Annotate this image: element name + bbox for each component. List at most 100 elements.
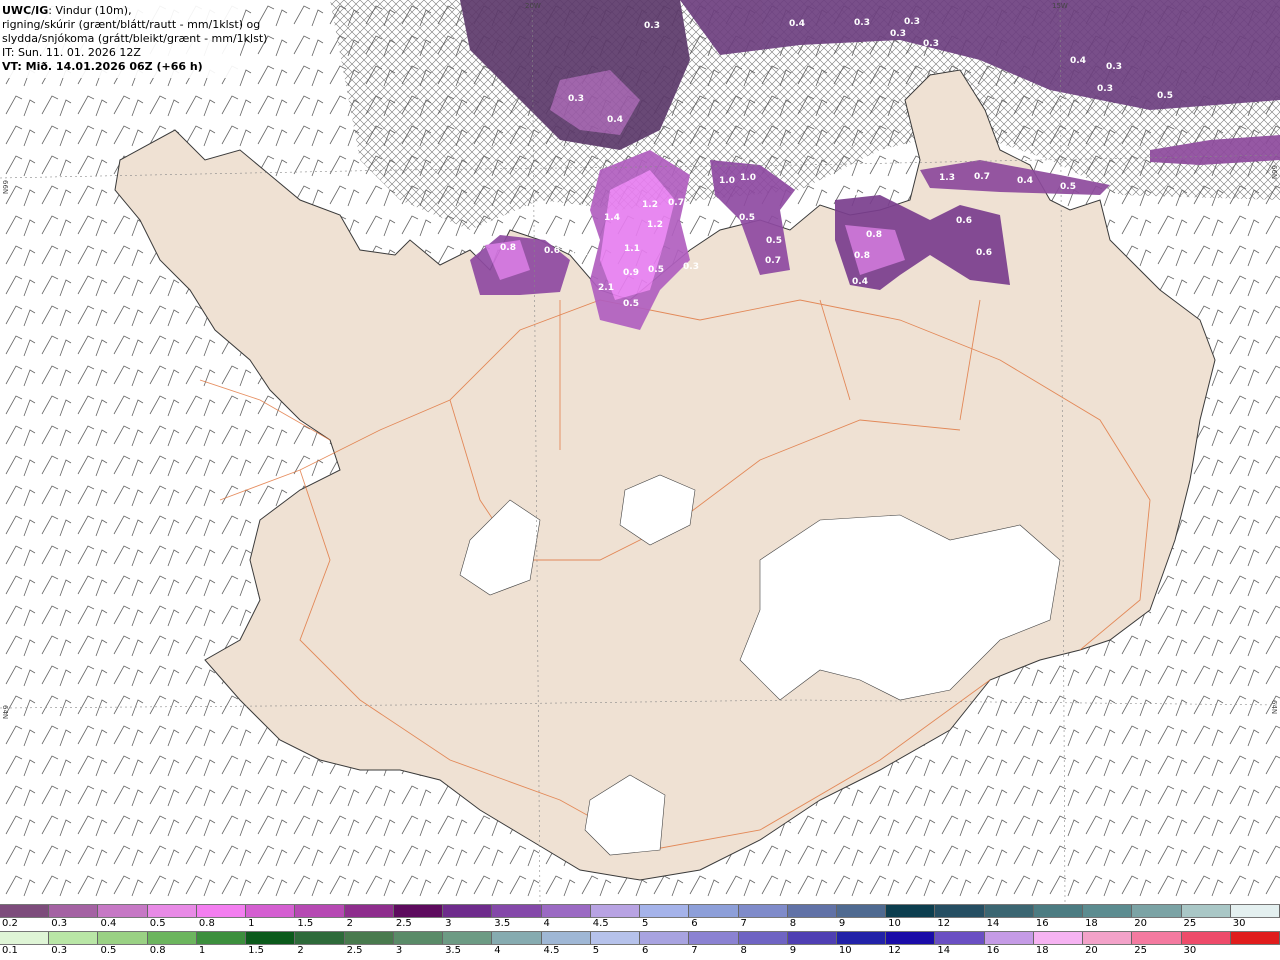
colorbar-value: 18	[1085, 918, 1098, 929]
colorbar-swatch	[640, 932, 690, 944]
colorbar-swatch	[886, 905, 936, 917]
colorbar-swatch	[886, 932, 936, 944]
colorbar-swatch	[196, 932, 247, 944]
colorbar-swatch	[393, 905, 444, 917]
colorbar-swatch	[541, 932, 591, 944]
colorbar-swatch	[1083, 905, 1133, 917]
colorbar-value: 14	[937, 945, 951, 956]
colorbar-swatch	[836, 932, 887, 944]
precip-label: 1.1	[624, 244, 640, 254]
header-line-2: rigning/skúrir (grænt/blátt/rautt - mm/1…	[2, 18, 261, 31]
colorbar-swatch	[640, 905, 690, 917]
precip-label: 0.8	[500, 243, 516, 253]
colorbar-swatch	[49, 905, 99, 917]
colorbar-value: 9	[838, 918, 846, 929]
snow-colorbar	[0, 904, 1280, 918]
colorbar-value: 0.2	[2, 918, 18, 929]
precip-label: 0.5	[739, 213, 755, 223]
colorbar-value: 25	[1134, 945, 1148, 956]
colorbar-swatch	[984, 932, 1034, 944]
colorbar-swatch	[787, 905, 837, 917]
colorbar-value: 5	[642, 918, 649, 929]
colorbar-value: 5	[592, 945, 600, 956]
init-time: IT: Sun. 11. 01. 2026 12Z	[2, 46, 141, 59]
precip-label: 1.2	[642, 200, 658, 210]
precip-label: 0.4	[1070, 56, 1086, 66]
colorbar-value: 3	[445, 918, 452, 929]
precip-label: 1.4	[604, 213, 620, 223]
colorbar-value: 10	[888, 918, 901, 929]
rain-colorbar	[0, 931, 1280, 945]
colorbar-swatch	[738, 905, 788, 917]
precip-label: 0.6	[956, 216, 972, 226]
colorbar-value: 7	[691, 945, 698, 956]
colorbar-value: 20	[1134, 918, 1148, 929]
colorbar-swatch	[787, 932, 837, 944]
colorbar-value: 30	[1183, 945, 1197, 956]
colorbar-value: 0.8	[198, 918, 215, 929]
colorbar-value: 16	[1035, 918, 1049, 929]
rain-colorbar-labels: 0.1 0.3 0.5 0.8 1 1.5 2 2.5 3 3.5 4 4.5 5 6 7 8 9 10 12 14 1…	[0, 945, 1280, 957]
colorbar-swatch	[590, 932, 641, 944]
colorbar-value: 1	[248, 918, 255, 929]
colorbar-value: 2	[297, 945, 304, 956]
colorbar-value: 7	[740, 918, 747, 929]
colorbar-swatch	[246, 932, 296, 944]
colorbar-swatch	[295, 905, 345, 917]
colorbar-value: 1.5	[297, 918, 314, 929]
precip-label: 0.3	[644, 21, 660, 31]
colorbar-swatch	[147, 905, 197, 917]
colorbar-swatch	[935, 932, 985, 944]
colorbar-swatch	[49, 932, 99, 944]
precip-label: 0.6	[544, 246, 560, 256]
colorbar-swatch	[0, 905, 50, 917]
colorbar-value: 0.1	[2, 945, 18, 956]
colorbar-swatch	[1132, 932, 1182, 944]
lat-label-66n-right: 66N	[1270, 165, 1278, 179]
precip-label: 0.3	[568, 94, 584, 104]
colorbar-swatch	[1033, 905, 1084, 917]
snow-colorbar-labels: 0.2 0.3 0.4 0.5 0.8 1 1.5 2 2.5 3 3.5 4 4.5 5 6 7 8 9 10 12…	[0, 918, 1280, 930]
precip-label: 1.0	[740, 173, 756, 183]
colorbar-value: 3	[395, 945, 403, 956]
colorbar-value: 1.5	[248, 945, 265, 956]
colorbar-swatch	[836, 905, 887, 917]
colorbar-swatch	[492, 905, 542, 917]
colorbar-value: 6	[691, 918, 698, 929]
precip-label: 0.4	[686, 235, 702, 245]
colorbar-swatch	[393, 932, 444, 944]
colorbar-value: 4.5	[543, 945, 560, 956]
colorbar-value: 4.5	[592, 918, 609, 929]
colorbar-value: 0.5	[100, 945, 117, 956]
lon-label-20w: 20W	[525, 2, 541, 10]
colorbar-value: 2	[346, 918, 353, 929]
colorbar-swatch	[246, 905, 296, 917]
colorbar-swatch	[443, 905, 493, 917]
colorbar-swatch	[344, 905, 394, 917]
colorbar-swatch	[541, 905, 591, 917]
colorbar-swatch	[1083, 932, 1133, 944]
lat-label-66n-left: 66N	[1, 180, 9, 194]
colorbar-value: 2.5	[346, 945, 363, 956]
precip-label: 0.7	[765, 256, 781, 266]
precip-label: 0.4	[789, 19, 805, 29]
colorbar-swatch	[738, 932, 788, 944]
precip-label: 0.3	[890, 29, 906, 39]
colorbar-value: 14	[986, 918, 1000, 929]
precip-label: 0.7	[668, 198, 684, 208]
map-header: UWC/IG: Vindur (10m), rigning/skúrir (gr…	[0, 0, 267, 78]
colorbar-value: 3.5	[445, 945, 461, 956]
colorbar-value: 4	[494, 945, 501, 956]
colorbar-value: 12	[937, 918, 951, 929]
precip-label: 1.2	[647, 220, 663, 230]
precip-label: 0.4	[852, 277, 868, 287]
precip-label: 1.0	[719, 176, 735, 186]
precip-label: 0.6	[976, 248, 992, 258]
colorbar-value: 10	[838, 945, 852, 956]
colorbar-value: 30	[1232, 918, 1246, 929]
precip-label: 0.4	[607, 115, 623, 125]
colorbar-value: 8	[789, 918, 797, 929]
colorbar-value: 0.8	[149, 945, 166, 956]
colorbar-value: 8	[740, 945, 747, 956]
colorbar-swatch	[1230, 932, 1280, 944]
